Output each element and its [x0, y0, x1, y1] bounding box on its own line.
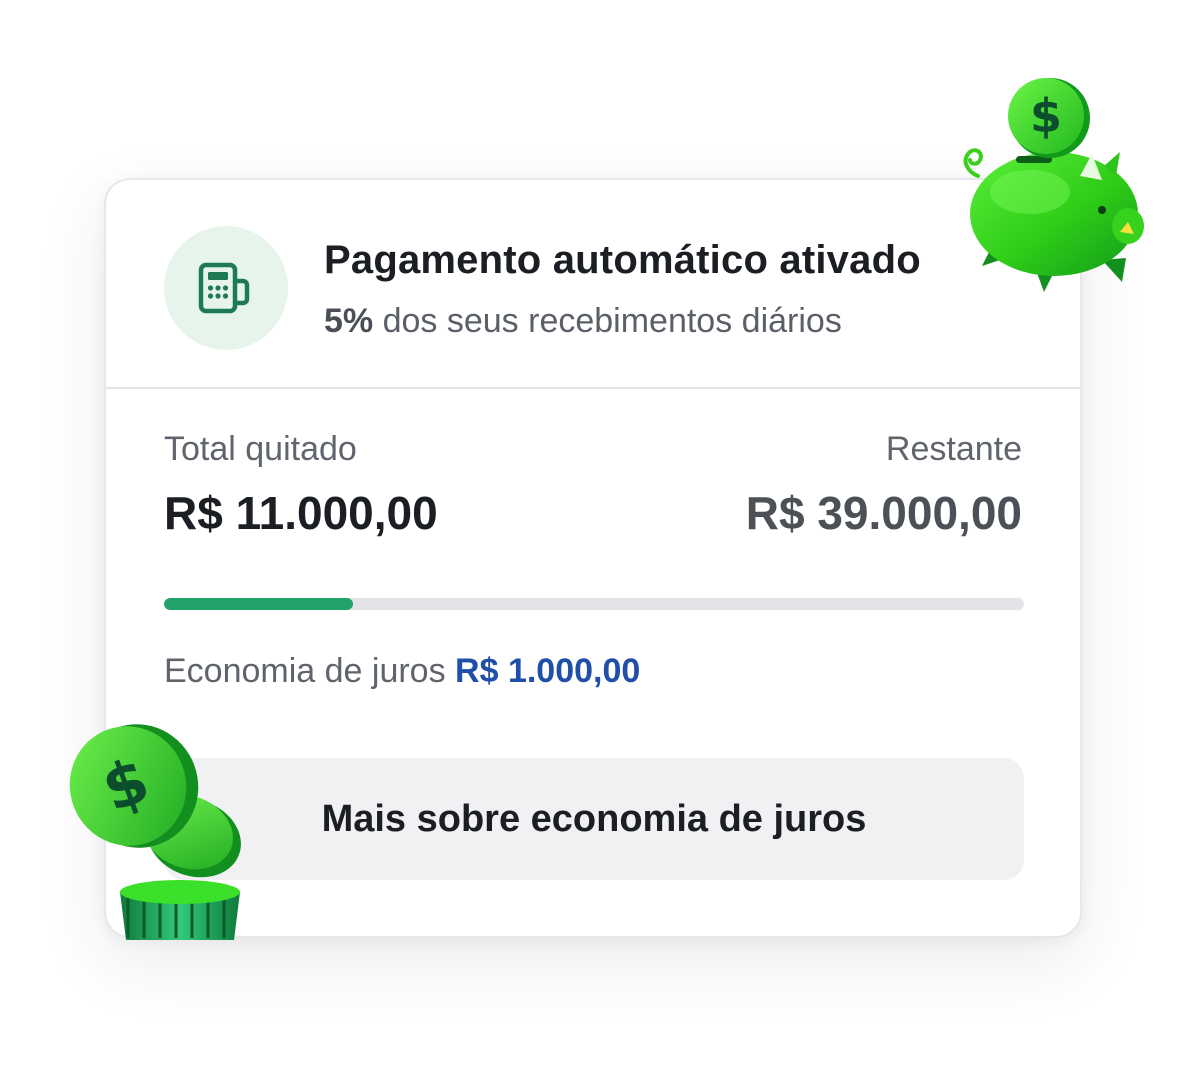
interest-savings-value: R$ 1.000,00	[455, 652, 641, 690]
card-header: Pagamento automático ativado 5% dos seus…	[106, 180, 1080, 389]
paid-label: Total quitado	[164, 430, 357, 468]
payoff-progress-fill	[164, 598, 354, 610]
remaining-label: Restante	[885, 430, 1022, 468]
autopay-subtitle: 5% dos seus recebimentos diários	[324, 302, 842, 341]
more-about-savings-button[interactable]: Mais sobre economia de juros	[164, 758, 1024, 880]
autopay-title: Pagamento automático ativado	[324, 238, 921, 282]
autopay-percent: 5%	[324, 302, 374, 340]
piggy-bank-coin-icon: $	[963, 78, 1144, 292]
interest-savings: Economia de juros R$ 1.000,00	[164, 652, 640, 691]
interest-savings-label: Economia de juros	[164, 652, 456, 690]
svg-text:$: $	[1030, 89, 1062, 143]
coin-stack-icon: $	[69, 724, 241, 940]
autopay-subtitle-text: dos seus recebimentos diários	[373, 302, 842, 340]
paid-amount: R$ 11.000,00	[164, 487, 438, 539]
card-machine-icon	[164, 226, 288, 350]
remaining-amount: R$ 39.000,00	[745, 487, 1022, 539]
autopay-card: Pagamento automático ativado 5% dos seus…	[104, 178, 1082, 938]
payoff-progress-bar	[164, 598, 1024, 610]
